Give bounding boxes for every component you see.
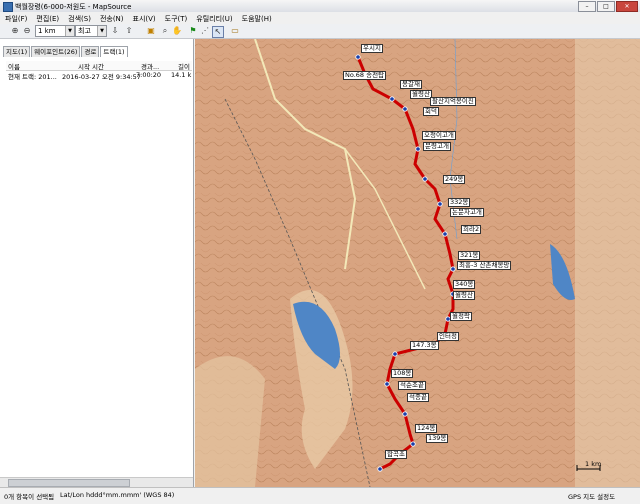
map-icon[interactable]: ▣ bbox=[146, 26, 156, 36]
zoom-tool-icon[interactable]: ⌕ bbox=[160, 26, 170, 36]
route-tool-icon[interactable]: ⋰ bbox=[200, 26, 210, 36]
menu-find[interactable]: 검색(S) bbox=[63, 12, 95, 24]
chevron-down-icon: ▼ bbox=[97, 26, 106, 36]
close-button[interactable]: ✕ bbox=[616, 1, 638, 12]
select-tool-icon[interactable]: ↖ bbox=[212, 26, 224, 38]
map-view[interactable]: 우시지 No.68 송전탑 봉갈재 월령산 팔산지억봉이진 회덕 오청이고개 문… bbox=[195, 39, 640, 487]
waypoint-label[interactable]: 오청이고개 bbox=[422, 131, 456, 140]
menu-tools[interactable]: 도구(T) bbox=[160, 12, 192, 24]
tab-maps[interactable]: 지도(1) bbox=[3, 46, 31, 57]
tab-routes[interactable]: 경로 bbox=[81, 46, 100, 57]
waypoint-label[interactable]: 문령고개 bbox=[423, 142, 451, 151]
window-title: 백월장령(6-000-저원도 - MapSource bbox=[15, 3, 132, 11]
col-start-time[interactable]: 시작 시간 bbox=[78, 61, 104, 71]
horizontal-scrollbar[interactable] bbox=[0, 477, 193, 487]
tab-waypoints[interactable]: 웨이포인트(26) bbox=[31, 46, 81, 57]
menu-transfer[interactable]: 전송(N) bbox=[95, 12, 128, 24]
waypoint-label[interactable]: 석순조끝 bbox=[398, 381, 426, 390]
coordinate-format: Lat/Lon hddd°mm.mmm' (WGS 84) bbox=[60, 491, 175, 499]
waypoint-label[interactable]: 월령산 bbox=[410, 90, 432, 99]
waypoint-label[interactable]: 회덕 bbox=[423, 107, 439, 116]
list-header: 이름 시작 시간 경과... 길이 bbox=[6, 61, 192, 71]
waypoint-label[interactable]: 논문자고개 bbox=[450, 208, 484, 217]
chevron-down-icon: ▼ bbox=[65, 26, 74, 36]
tab-tracks[interactable]: 트랙(1) bbox=[100, 46, 128, 57]
scrollbar-thumb[interactable] bbox=[8, 479, 130, 487]
waypoint-label[interactable]: 332봉 bbox=[448, 198, 471, 207]
menu-bar: 파일(F) 편집(E) 검색(S) 전송(N) 표시(V) 도구(T) 유틸리티… bbox=[0, 12, 640, 24]
waypoint-label[interactable]: 우시지 bbox=[361, 44, 383, 53]
left-panel: 지도(1) 웨이포인트(26) 경로 트랙(1) 이름 시작 시간 경과... … bbox=[0, 39, 194, 487]
waypoint-label[interactable]: 팔산지억봉이진 bbox=[430, 97, 476, 106]
toolbar: ⊕ ⊖ 1 km ▼ 최고 ▼ ⇩ ⇧ ▣ ⌕ ✋ ⚑ ⋰ ↖ ▭ bbox=[0, 24, 640, 39]
col-length[interactable]: 길이 bbox=[178, 61, 190, 71]
zoom-in-icon[interactable]: ⊕ bbox=[10, 26, 20, 36]
zoom-out-icon[interactable]: ⊖ bbox=[22, 26, 32, 36]
app-icon bbox=[3, 2, 13, 12]
waypoint-label[interactable]: 최흥-3 산촌채봉망 bbox=[457, 261, 512, 270]
topographic-map bbox=[195, 39, 640, 487]
menu-utilities[interactable]: 유틸리티(U) bbox=[191, 12, 236, 24]
menu-edit[interactable]: 편집(E) bbox=[31, 12, 63, 24]
detail-value: 최고 bbox=[78, 27, 91, 35]
minimize-button[interactable]: – bbox=[578, 1, 596, 12]
waypoint-label[interactable]: 석종끝 bbox=[407, 393, 429, 402]
track-row[interactable]: 현재 트랙: 201... 2016-03-27 오전 9:34:57 7:00… bbox=[6, 71, 192, 81]
selection-status: 0개 항목이 선택됨 bbox=[4, 493, 55, 501]
status-bar: 0개 항목이 선택됨 Lat/Lon hddd°mm.mmm' (WGS 84)… bbox=[0, 487, 640, 504]
gps-status: GPS 지도 설정도 bbox=[568, 493, 616, 501]
waypoint-label[interactable]: 147.3봉 bbox=[410, 341, 439, 350]
track-name: 현재 트랙: 201... bbox=[8, 73, 57, 81]
waypoint-label[interactable]: 희라2 bbox=[461, 225, 482, 234]
waypoint-label[interactable]: 봉갈재 bbox=[400, 80, 422, 89]
waypoint-label[interactable]: 월정락 bbox=[450, 312, 472, 321]
waypoint-label[interactable]: 124봉 bbox=[415, 424, 438, 433]
waypoint-label[interactable]: 340봉 bbox=[453, 280, 476, 289]
receive-from-device-icon[interactable]: ⇩ bbox=[110, 26, 120, 36]
panel-tabs: 지도(1) 웨이포인트(26) 경로 트랙(1) bbox=[3, 46, 129, 57]
detail-select[interactable]: 최고 ▼ bbox=[75, 25, 107, 37]
measure-tool-icon[interactable]: ▭ bbox=[230, 26, 240, 36]
col-name[interactable]: 이름 bbox=[8, 61, 20, 71]
waypoint-label[interactable]: 인터정 bbox=[437, 332, 459, 341]
menu-file[interactable]: 파일(F) bbox=[0, 12, 31, 24]
scale-label: 1 km bbox=[585, 460, 602, 468]
waypoint-label[interactable]: 월령산 bbox=[453, 291, 475, 300]
col-elapsed[interactable]: 경과... bbox=[141, 61, 159, 71]
maximize-button[interactable]: □ bbox=[597, 1, 615, 12]
waypoint-label[interactable]: 321봉 bbox=[458, 251, 481, 260]
menu-help[interactable]: 도움말(H) bbox=[237, 12, 276, 24]
waypoint-label[interactable]: 139봉 bbox=[426, 434, 449, 443]
waypoint-label[interactable]: 249봉 bbox=[443, 175, 466, 184]
waypoint-label[interactable]: 합곡초 bbox=[385, 450, 407, 459]
track-start: 2016-03-27 오전 9:34:57 bbox=[62, 73, 141, 81]
track-length: 14.1 k bbox=[171, 71, 192, 79]
hand-tool-icon[interactable]: ✋ bbox=[172, 26, 182, 36]
menu-view[interactable]: 표시(V) bbox=[128, 12, 160, 24]
waypoint-label[interactable]: 108봉 bbox=[391, 369, 414, 378]
waypoint-label[interactable]: No.68 송전탑 bbox=[343, 71, 387, 80]
zoom-scale-select[interactable]: 1 km ▼ bbox=[35, 25, 75, 37]
track-elapsed: 7:00:20 bbox=[136, 71, 162, 79]
waypoint-flag-icon[interactable]: ⚑ bbox=[188, 26, 198, 36]
send-to-device-icon[interactable]: ⇧ bbox=[124, 26, 134, 36]
zoom-scale-value: 1 km bbox=[38, 27, 56, 35]
